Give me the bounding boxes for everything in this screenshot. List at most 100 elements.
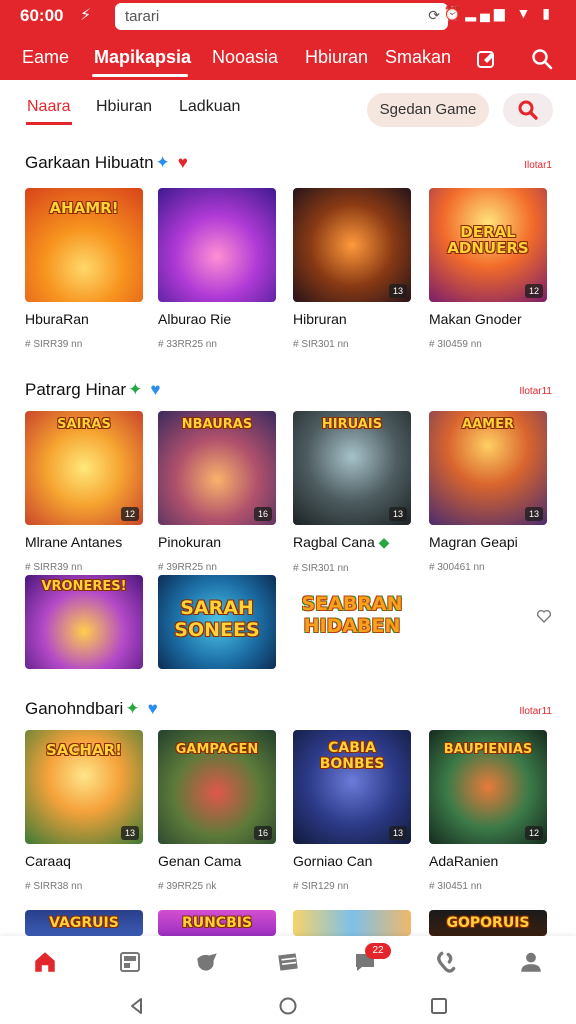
search-button[interactable] bbox=[503, 93, 553, 127]
game-meta: # 300461 nn bbox=[429, 562, 485, 573]
link-icon[interactable] bbox=[431, 948, 459, 976]
game-card[interactable]: GOPORUIS bbox=[429, 910, 549, 936]
library-icon[interactable] bbox=[116, 948, 144, 976]
rating-badge: 16 bbox=[253, 826, 272, 840]
game-card[interactable]: SEABRAN HIDABEN bbox=[293, 575, 413, 669]
game-card[interactable]: CABIA BONBES 13 Gorniao Can # SIR129 nn bbox=[293, 730, 413, 892]
thumbnail-title: SACHAR! bbox=[46, 741, 122, 759]
thumbnail-title: HIRUAIS bbox=[321, 417, 383, 432]
nav-active-indicator bbox=[92, 74, 188, 77]
game-card[interactable]: 13 Hibruran # SIR301 nn bbox=[293, 188, 413, 350]
system-nav-bar bbox=[0, 986, 576, 1024]
favorite-heart-icon[interactable] bbox=[536, 608, 552, 624]
game-thumbnail[interactable]: RUNCBIS bbox=[158, 910, 276, 936]
reload-icon[interactable]: ⟳ bbox=[428, 7, 440, 24]
game-title: Makan Gnoder bbox=[429, 311, 522, 327]
game-thumbnail[interactable]: GOPORUIS bbox=[429, 910, 547, 936]
game-thumbnail[interactable]: NBAURAS 16 bbox=[158, 411, 276, 525]
game-thumbnail[interactable]: SARAH SONEES bbox=[158, 575, 276, 669]
url-bar[interactable]: tarari ⟳ bbox=[115, 3, 448, 30]
thumbnail-art bbox=[158, 188, 276, 302]
explore-icon[interactable] bbox=[193, 948, 221, 976]
game-card[interactable]: SAIRAS 12 Mlrane Antanes # SIRR39 nn bbox=[25, 411, 145, 573]
url-text: tarari bbox=[125, 8, 160, 25]
recents-icon[interactable] bbox=[430, 997, 448, 1015]
game-thumbnail[interactable]: SAIRAS 12 bbox=[25, 411, 143, 525]
game-title: Genan Cama bbox=[158, 853, 242, 869]
app-header: 60:00 ⚡ tarari ⟳ ⏰▂▄▆ ▼ ▮ Eame Mapikapsi… bbox=[0, 0, 576, 80]
section-more-link[interactable]: Ilotar1 bbox=[524, 160, 552, 171]
game-meta: # 3I0459 nn bbox=[429, 339, 482, 350]
cards-icon[interactable] bbox=[274, 948, 302, 976]
notification-badge: 22 bbox=[365, 943, 391, 959]
game-thumbnail[interactable]: CABIA BONBES 13 bbox=[293, 730, 411, 844]
nav-item-3[interactable]: Hbiuran bbox=[305, 47, 368, 68]
game-card[interactable]: VAGRUIS bbox=[25, 910, 145, 936]
heart-icon: ♥ bbox=[150, 380, 161, 399]
game-thumbnail[interactable]: HIRUAIS 13 bbox=[293, 411, 411, 525]
heart-icon: ♥ bbox=[177, 153, 188, 172]
game-card[interactable]: AAMER 13 Magran Geapi # 300461 nn bbox=[429, 411, 549, 573]
game-card[interactable]: Alburao Rie # 33RR25 nn bbox=[158, 188, 278, 350]
game-thumbnail[interactable] bbox=[158, 188, 276, 302]
game-card[interactable]: GAMPAGEN 16 Genan Cama # 39RR25 nk bbox=[158, 730, 278, 892]
subtab-0[interactable]: Naara bbox=[27, 98, 71, 116]
game-card[interactable]: SACHAR! 13 Caraaq # SIRR38 nn bbox=[25, 730, 145, 892]
section-title-0: Garkaan Hibuatn ✦ ♥ bbox=[25, 153, 188, 173]
subtab-1[interactable]: Hbiuran bbox=[96, 98, 152, 116]
home-icon[interactable] bbox=[31, 948, 59, 976]
sparkle-icon: ✦ bbox=[125, 699, 140, 718]
game-thumbnail[interactable]: 13 bbox=[293, 188, 411, 302]
sparkle-icon: ✦ bbox=[128, 380, 143, 399]
nav-item-0[interactable]: Eame bbox=[22, 47, 69, 68]
game-thumbnail[interactable]: VRONERES! bbox=[25, 575, 143, 669]
game-thumbnail[interactable]: BAUPIENIAS 12 bbox=[429, 730, 547, 844]
section-title-2: Ganohndbari ✦ ♥ bbox=[25, 699, 158, 719]
section-more-link[interactable]: Ilotar11 bbox=[519, 386, 552, 397]
game-card[interactable]: RUNCBIS bbox=[158, 910, 278, 936]
game-meta: # 33RR25 nn bbox=[158, 339, 217, 350]
section-title-text: Ganohndbari bbox=[25, 699, 124, 718]
game-meta: # SIR129 nn bbox=[293, 881, 349, 892]
game-card[interactable]: NBAURAS 16 Pinokuran # 39RR25 nn bbox=[158, 411, 278, 573]
rating-badge: 13 bbox=[388, 284, 407, 298]
game-title: Gorniao Can bbox=[293, 853, 373, 869]
subtab-2[interactable]: Ladkuan bbox=[179, 98, 240, 116]
thumbnail-title: VAGRUIS bbox=[49, 915, 119, 931]
game-card[interactable] bbox=[293, 910, 413, 936]
nav-item-4[interactable]: Smakan bbox=[385, 47, 451, 68]
game-card[interactable]: DERAL ADNUERS 12 Makan Gnoder # 3I0459 nn bbox=[429, 188, 549, 350]
game-thumbnail[interactable] bbox=[293, 910, 411, 936]
game-meta: # SIRR39 nn bbox=[25, 562, 83, 573]
nav-item-2[interactable]: Nooasia bbox=[212, 47, 278, 68]
game-card[interactable]: HIRUAIS 13 Ragbal Cana ◆ # SIR301 nn bbox=[293, 411, 413, 574]
game-thumbnail[interactable]: AHAMR! bbox=[25, 188, 143, 302]
heart-icon: ♥ bbox=[147, 699, 158, 718]
game-thumbnail[interactable]: AAMER 13 bbox=[429, 411, 547, 525]
search-game-button[interactable]: Sgedan Game bbox=[367, 93, 489, 127]
thumbnail-title: AHAMR! bbox=[49, 199, 119, 217]
thumbnail-title: RUNCBIS bbox=[181, 915, 253, 931]
game-card[interactable]: SARAH SONEES bbox=[158, 575, 278, 669]
game-thumbnail[interactable]: SEABRAN HIDABEN bbox=[293, 575, 411, 669]
edit-icon[interactable] bbox=[473, 45, 501, 73]
game-card[interactable]: VRONERES! bbox=[25, 575, 145, 669]
game-thumbnail[interactable]: SACHAR! 13 bbox=[25, 730, 143, 844]
search-icon[interactable] bbox=[528, 45, 556, 73]
section-more-link[interactable]: Ilotar11 bbox=[519, 706, 552, 717]
thumbnail-title: VRONERES! bbox=[41, 579, 127, 594]
game-card[interactable]: AHAMR! HburaRan # SIRR39 nn bbox=[25, 188, 145, 350]
thumbnail-title: SEABRAN HIDABEN bbox=[301, 593, 403, 637]
game-card[interactable]: BAUPIENIAS 12 AdaRanien # 3I0451 nn bbox=[429, 730, 549, 892]
game-meta: # 39RR25 nn bbox=[158, 562, 217, 573]
profile-icon[interactable] bbox=[517, 948, 545, 976]
game-thumbnail[interactable]: VAGRUIS bbox=[25, 910, 143, 936]
home-button-icon[interactable] bbox=[279, 997, 297, 1015]
rating-badge: 13 bbox=[388, 826, 407, 840]
messages-icon[interactable]: 22 bbox=[351, 943, 391, 976]
game-thumbnail[interactable]: GAMPAGEN 16 bbox=[158, 730, 276, 844]
game-meta: # SIRR39 nn bbox=[25, 339, 83, 350]
back-icon[interactable] bbox=[128, 997, 146, 1015]
game-thumbnail[interactable]: DERAL ADNUERS 12 bbox=[429, 188, 547, 302]
nav-item-1[interactable]: Mapikapsia bbox=[94, 47, 191, 68]
